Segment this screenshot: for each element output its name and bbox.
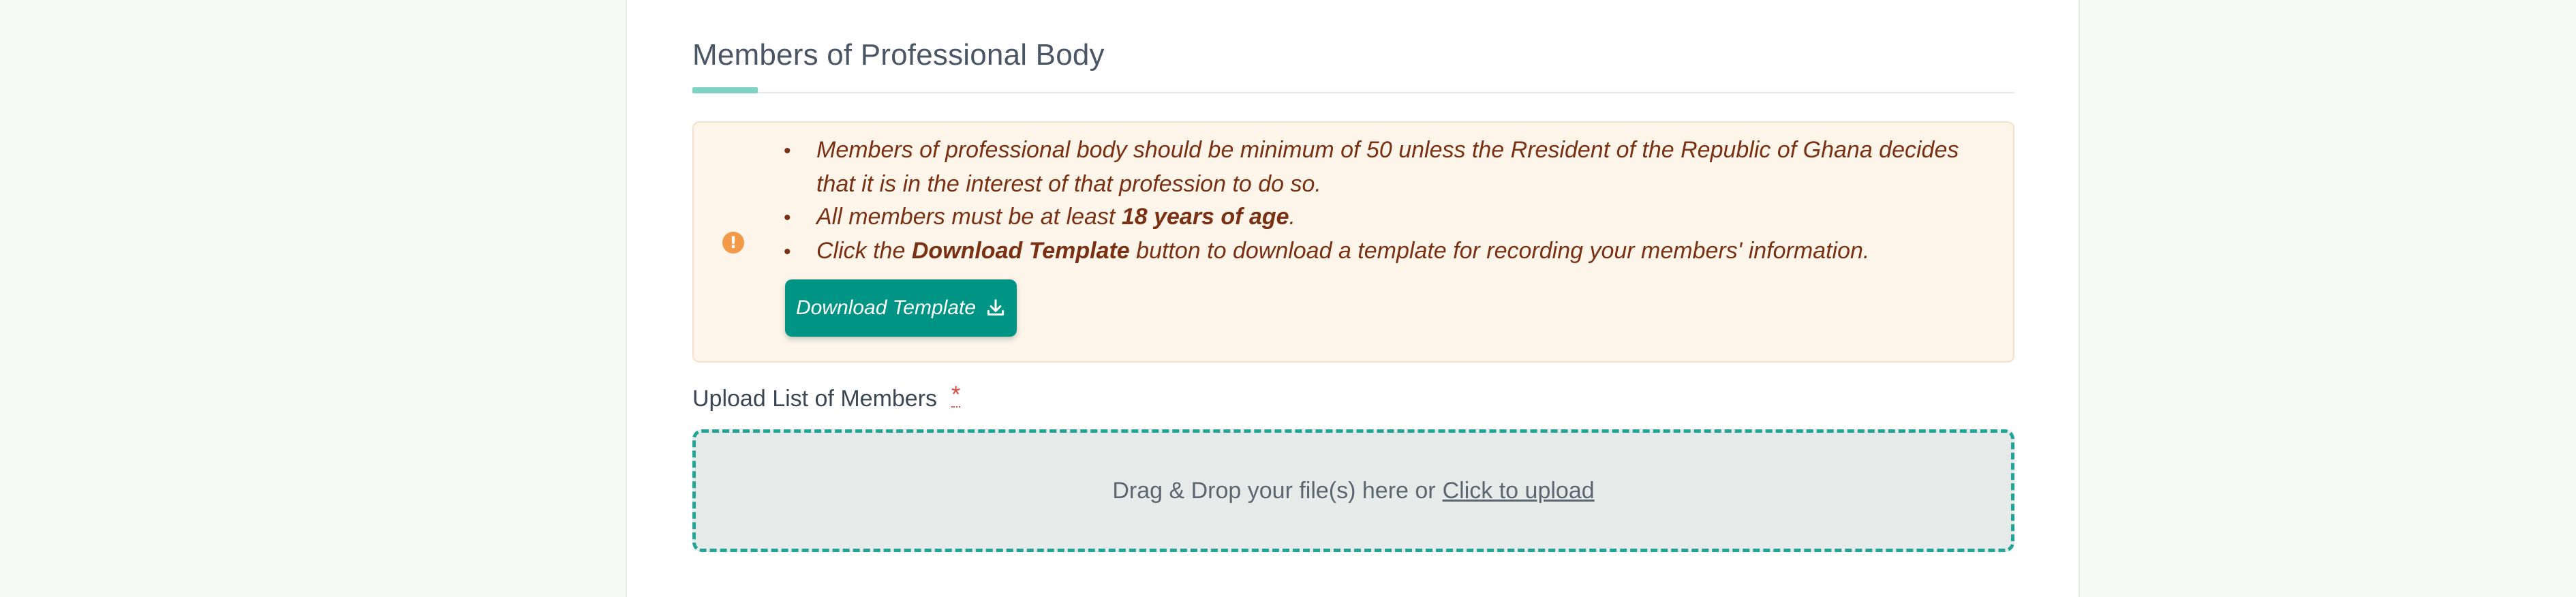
requirement-text-suffix: .: [1289, 204, 1295, 230]
upload-field-label: Upload List of Members: [692, 386, 938, 412]
download-template-button[interactable]: Download Template: [785, 279, 1017, 337]
requirement-item-template: • Click the Download Template button to d…: [784, 234, 1997, 269]
title-accent-bar: [692, 87, 758, 93]
section-title: Members of Professional Body: [692, 38, 1105, 72]
alert-circle-icon: !: [722, 232, 744, 254]
bullet-mark: •: [784, 140, 791, 162]
requirement-text: Members of professional body should be m…: [816, 137, 1959, 197]
title-divider: [692, 92, 2014, 93]
requirement-item-age: • All members must be at least 18 years o…: [784, 200, 1997, 234]
form-card: Members of Professional Body ! • Members …: [626, 0, 2080, 597]
requirement-text-prefix: All members must be at least: [816, 204, 1122, 230]
bullet-mark: •: [784, 241, 791, 263]
requirement-item-minimum-members: • Members of professional body should be …: [784, 134, 1997, 200]
file-dropzone[interactable]: Drag & Drop your file(s) here or Click t…: [692, 429, 2014, 552]
download-icon: [987, 299, 1005, 316]
click-to-upload-link[interactable]: Click to upload: [1443, 478, 1595, 504]
requirement-text-suffix: button to download a template for record…: [1129, 238, 1870, 264]
download-template-label: Download Template: [795, 296, 977, 319]
requirements-notice: ! • Members of professional body should b…: [692, 121, 2014, 363]
required-indicator: *: [951, 382, 961, 408]
requirement-text-emphasis: 18 years of age: [1121, 204, 1289, 230]
requirement-text-emphasis: Download Template: [911, 238, 1130, 264]
requirement-text-prefix: Click the: [816, 238, 912, 264]
requirements-list: • Members of professional body should be …: [784, 134, 1997, 269]
dropzone-prompt: Drag & Drop your file(s) here or: [1112, 477, 1436, 504]
bullet-mark: •: [784, 206, 791, 229]
